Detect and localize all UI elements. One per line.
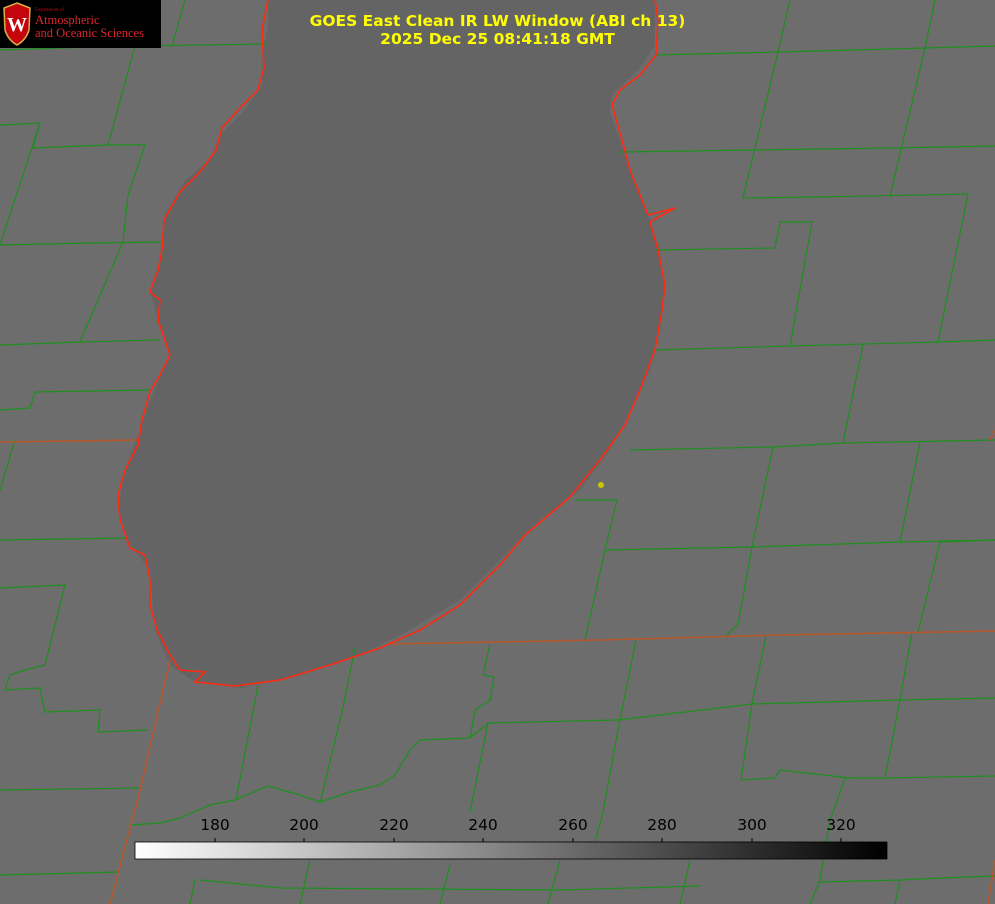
image-title: GOES East Clean IR LW Window (ABI ch 13)… [300,12,695,48]
colorbar-tick-label: 320 [826,816,856,834]
colorbar-tick-label: 280 [647,816,677,834]
colorbar-tick-label: 240 [468,816,498,834]
university-seal-icon: W [2,2,32,46]
logo-text: Department of Atmospheric and Oceanic Sc… [35,8,144,40]
satellite-map [0,0,995,904]
colorbar-tick-label: 200 [289,816,319,834]
colorbar-tick-label: 300 [737,816,767,834]
colorbar [134,841,888,860]
colorbar-tick-label: 220 [379,816,409,834]
logo-line1: Atmospheric [35,12,100,27]
department-logo: W Department of Atmospheric and Oceanic … [0,0,161,48]
colorbar-tick-label: 180 [200,816,230,834]
svg-text:W: W [7,14,27,36]
title-timestamp: 2025 Dec 25 08:41:18 GMT [380,30,615,48]
colorbar-tick-label: 260 [558,816,588,834]
city-marker [598,482,604,488]
title-product: GOES East Clean IR LW Window (ABI ch 13) [309,12,686,30]
logo-line2: and Oceanic Sciences [35,25,144,40]
